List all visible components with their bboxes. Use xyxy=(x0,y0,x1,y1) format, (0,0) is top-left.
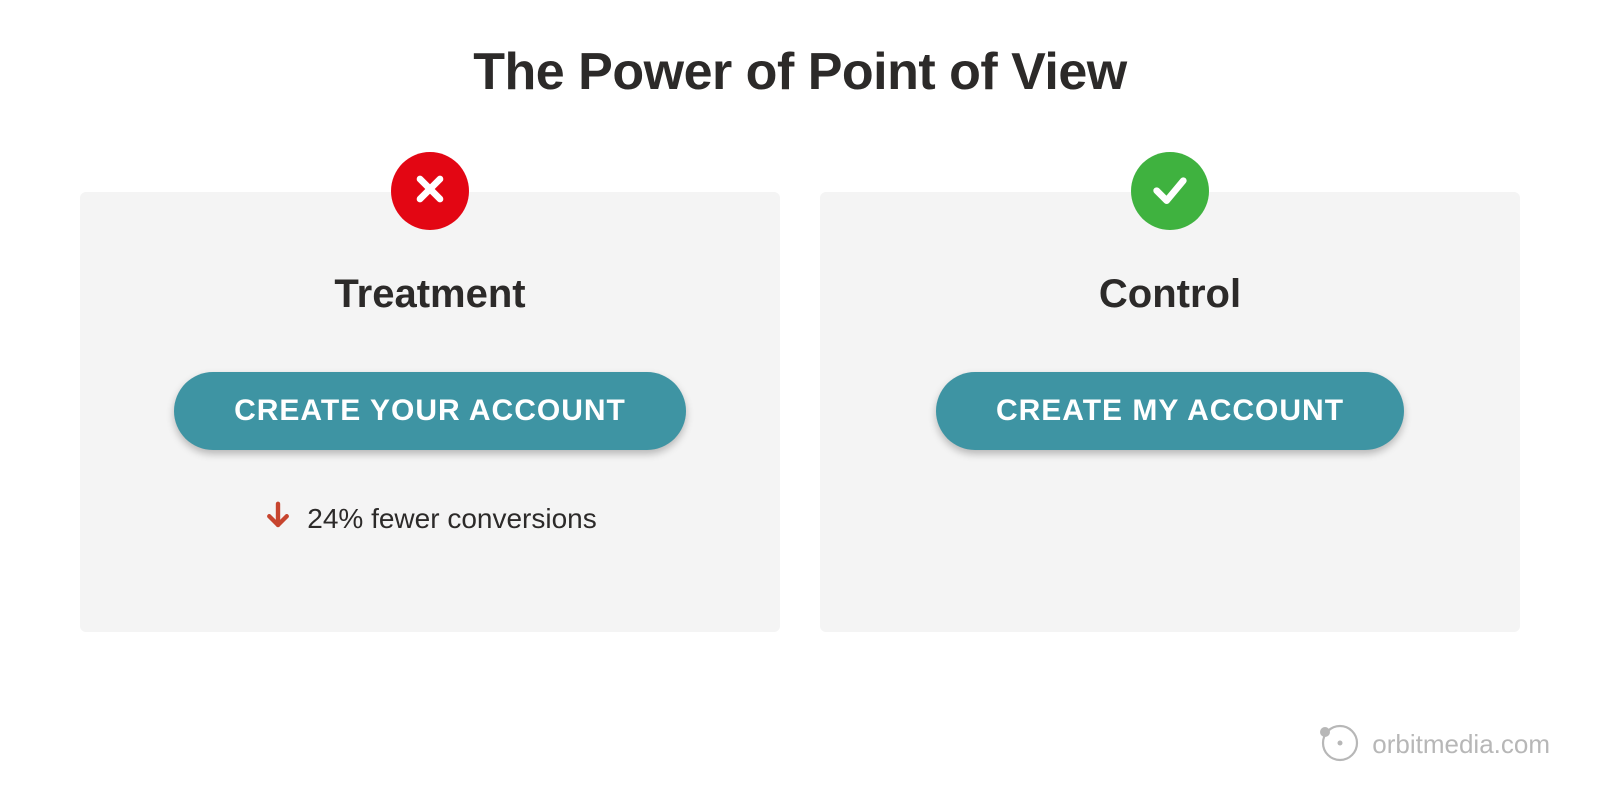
treatment-cta-button[interactable]: CREATE YOUR ACCOUNT xyxy=(174,372,686,450)
comparison-cards: Treatment CREATE YOUR ACCOUNT 24% fewer … xyxy=(80,192,1520,632)
treatment-result: 24% fewer conversions xyxy=(263,500,596,537)
treatment-card: Treatment CREATE YOUR ACCOUNT 24% fewer … xyxy=(80,192,780,632)
control-cta-button[interactable]: CREATE MY ACCOUNT xyxy=(936,372,1404,450)
page-title: The Power of Point of View xyxy=(473,42,1126,102)
check-badge xyxy=(1131,152,1209,230)
check-icon xyxy=(1150,169,1190,214)
x-icon xyxy=(410,169,450,214)
treatment-label: Treatment xyxy=(334,272,525,317)
footer-attribution: orbitmedia.com xyxy=(1316,719,1550,770)
footer-text: orbitmedia.com xyxy=(1372,729,1550,760)
control-label: Control xyxy=(1099,272,1241,317)
orbit-logo-icon xyxy=(1316,719,1360,770)
control-card: Control CREATE MY ACCOUNT xyxy=(820,192,1520,632)
down-arrow-icon xyxy=(263,500,293,537)
x-badge xyxy=(391,152,469,230)
treatment-result-text: 24% fewer conversions xyxy=(307,503,596,535)
